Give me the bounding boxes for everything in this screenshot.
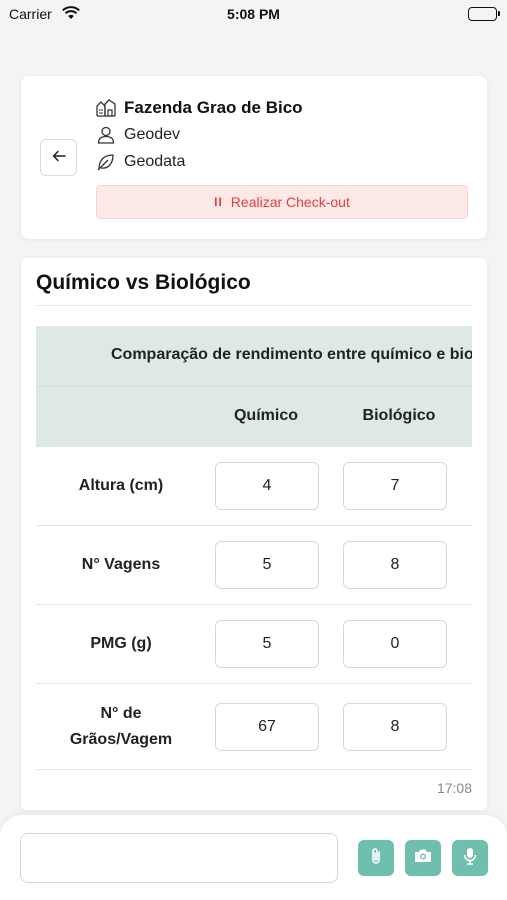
attach-button[interactable] <box>358 840 394 876</box>
table-row: PMG (g) 5 0 <box>36 605 472 684</box>
message-card: Químico vs Biológico Comparação de rendi… <box>21 258 487 810</box>
row-label: Altura (cm) <box>78 477 164 494</box>
quimico-value-field[interactable]: 67 <box>215 703 319 751</box>
message-timestamp: 17:08 <box>436 780 472 796</box>
row-label: PMG (g) <box>90 635 152 652</box>
user-name: Geodev <box>124 126 181 143</box>
row-label: N° de Grãos/Vagem <box>69 705 173 748</box>
dataset-name: Geodata <box>124 153 186 170</box>
pause-icon: II <box>214 195 223 209</box>
quimico-value-field[interactable]: 5 <box>215 620 319 668</box>
table-row: N° Vagens 5 8 <box>36 526 472 605</box>
divider <box>36 386 472 387</box>
arrow-left-icon <box>52 149 66 167</box>
quimico-value-field[interactable]: 4 <box>215 462 319 510</box>
farm-name: Fazenda Grao de Bico <box>124 98 303 117</box>
column-header-quimico: Químico <box>233 407 298 424</box>
quimico-value-field[interactable]: 5 <box>215 541 319 589</box>
microphone-button[interactable] <box>452 840 488 876</box>
table-row: N° de Grãos/Vagem 67 8 <box>36 684 472 770</box>
message-input[interactable] <box>20 833 338 883</box>
biologico-value-field[interactable]: 0 <box>343 620 447 668</box>
back-button[interactable] <box>40 139 77 176</box>
dataset-row: Geodata <box>96 151 185 173</box>
checkout-button[interactable]: II Realizar Check-out <box>96 185 468 219</box>
column-header-biologico: Biológico <box>362 407 436 424</box>
biologico-value-field[interactable]: 8 <box>343 703 447 751</box>
row-label: N° Vagens <box>81 556 161 573</box>
message-composer <box>0 815 507 900</box>
user-row: Geodev <box>96 124 180 146</box>
camera-icon <box>414 848 432 868</box>
biologico-value-field[interactable]: 7 <box>343 462 447 510</box>
divider <box>36 305 472 306</box>
table-caption: Comparação de rendimento entre químico e… <box>111 346 472 363</box>
clock: 5:08 PM <box>227 6 280 22</box>
status-bar: Carrier 5:08 PM <box>0 0 507 30</box>
message-title: Químico vs Biológico <box>36 271 251 294</box>
leaf-icon <box>96 152 116 172</box>
paperclip-icon <box>369 847 383 870</box>
user-icon <box>96 125 116 145</box>
battery-icon <box>468 7 500 21</box>
farm-row: Fazenda Grao de Bico <box>96 97 303 119</box>
comparison-table-header: Comparação de rendimento entre químico e… <box>36 326 472 447</box>
farm-icon <box>96 98 116 118</box>
biologico-value-field[interactable]: 8 <box>343 541 447 589</box>
visit-header-card: Fazenda Grao de Bico Geodev Geodata II R… <box>21 76 487 239</box>
microphone-icon <box>463 847 477 870</box>
checkout-label: Realizar Check-out <box>230 194 350 210</box>
camera-button[interactable] <box>405 840 441 876</box>
table-row: Altura (cm) 4 7 <box>36 447 472 526</box>
